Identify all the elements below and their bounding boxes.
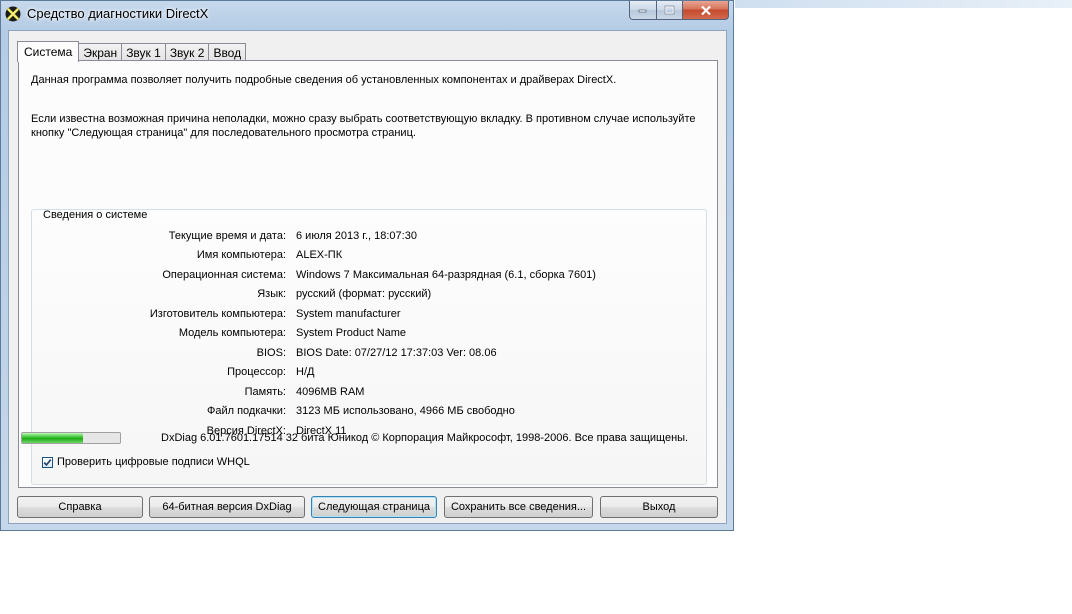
tab-input[interactable]: Ввод [208,43,247,61]
info-value: 4096MB RAM [296,386,365,398]
dxdiag-window: Средство диагностики DirectX Система Экр… [0,0,734,531]
info-value: ALEX-ПК [296,249,343,261]
maximize-button[interactable] [657,1,683,20]
info-label: Операционная система: [162,269,286,281]
tab-label: Звук 1 [126,45,161,60]
minimize-icon [638,9,647,13]
dxdiag-64bit-button[interactable]: 64-битная версия DxDiag [149,496,305,518]
progress-fill [22,433,83,443]
tab-sound-2[interactable]: Звук 2 [164,43,210,61]
info-row-bios: BIOS: BIOS Date: 07/27/12 17:37:03 Ver: … [32,347,708,363]
tab-display[interactable]: Экран [78,43,123,61]
info-row-processor: Процессор: Н/Д [32,366,708,382]
info-value: System Product Name [296,327,407,339]
tab-sound-1[interactable]: Звук 1 [121,43,166,61]
info-row-datetime: Текущие время и дата: 6 июля 2013 г., 18… [32,230,708,246]
directx-icon [5,6,21,22]
whql-checkbox-row[interactable]: Проверить цифровые подписи WHQL [42,456,250,468]
intro-hint-text: Если известна возможная причина неполадк… [31,113,696,139]
group-title: Сведения о системе [43,209,148,221]
window-controls [629,1,729,21]
info-label: Имя компьютера: [196,249,286,261]
button-row: Справка 64-битная версия DxDiag Следующа… [9,496,728,520]
help-button[interactable]: Справка [17,496,143,518]
checkmark-icon [43,458,52,466]
info-value: 3123 МБ использовано, 4966 МБ свободно [296,405,515,417]
info-value: BIOS Date: 07/27/12 17:37:03 Ver: 08.06 [296,347,497,359]
info-label: Память: [244,386,286,398]
info-label: Модель компьютера: [178,327,286,339]
tab-label: Звук 2 [169,45,205,60]
info-label: Процессор: [227,366,286,378]
tab-strip: Система Экран Звук 1 Звук 2 Ввод [17,41,247,62]
whql-checkbox-label[interactable]: Проверить цифровые подписи WHQL [57,456,250,468]
tab-system[interactable]: Система [17,41,80,62]
info-row-manufacturer: Изготовитель компьютера: System manufact… [32,308,708,324]
tab-label: Ввод [213,45,242,60]
whql-checkbox[interactable] [42,456,53,468]
info-label: BIOS: [256,347,286,359]
info-row-pagefile: Файл подкачки: 3123 МБ использовано, 496… [32,405,708,421]
close-icon [700,5,711,15]
info-row-language: Язык: русский (формат: русский) [32,288,708,304]
info-row-computer-name: Имя компьютера: ALEX-ПК [32,249,708,265]
title-bar[interactable]: Средство диагностики DirectX [1,1,733,29]
exit-button[interactable]: Выход [600,496,718,518]
info-value: System manufacturer [296,308,401,320]
info-label: Изготовитель компьютера: [149,308,286,320]
info-value: 6 июля 2013 г., 18:07:30 [296,230,417,242]
intro-text: Данная программа позволяет получить подр… [31,74,617,86]
info-row-memory: Память: 4096MB RAM [32,386,708,402]
info-label: Файл подкачки: [206,405,286,417]
info-value: русский (формат: русский) [296,288,432,300]
tab-label: Система [24,45,73,59]
info-label: Текущие время и дата: [168,230,286,242]
save-all-info-button[interactable]: Сохранить все сведения... [444,496,593,518]
info-value: Windows 7 Максимальная 64-разрядная (6.1… [296,269,596,281]
next-page-button[interactable]: Следующая страница [311,496,437,518]
info-value: Н/Д [296,366,315,378]
dialog-body: Система Экран Звук 1 Звук 2 Ввод Данная … [8,30,727,524]
background-area [735,0,1072,8]
system-tab-panel: Данная программа позволяет получить подр… [18,60,718,488]
tab-label: Экран [83,45,118,60]
progress-bar [21,432,121,444]
maximize-icon [664,5,675,15]
info-row-model: Модель компьютера: System Product Name [32,327,708,343]
info-label: Язык: [257,288,286,300]
window-title: Средство диагностики DirectX [27,6,209,21]
close-button[interactable] [683,1,729,20]
info-row-os: Операционная система: Windows 7 Максимал… [32,269,708,285]
copyright-status-text: DxDiag 6.01.7601.17514 32 бита Юникод © … [161,432,689,444]
minimize-button[interactable] [629,1,657,20]
